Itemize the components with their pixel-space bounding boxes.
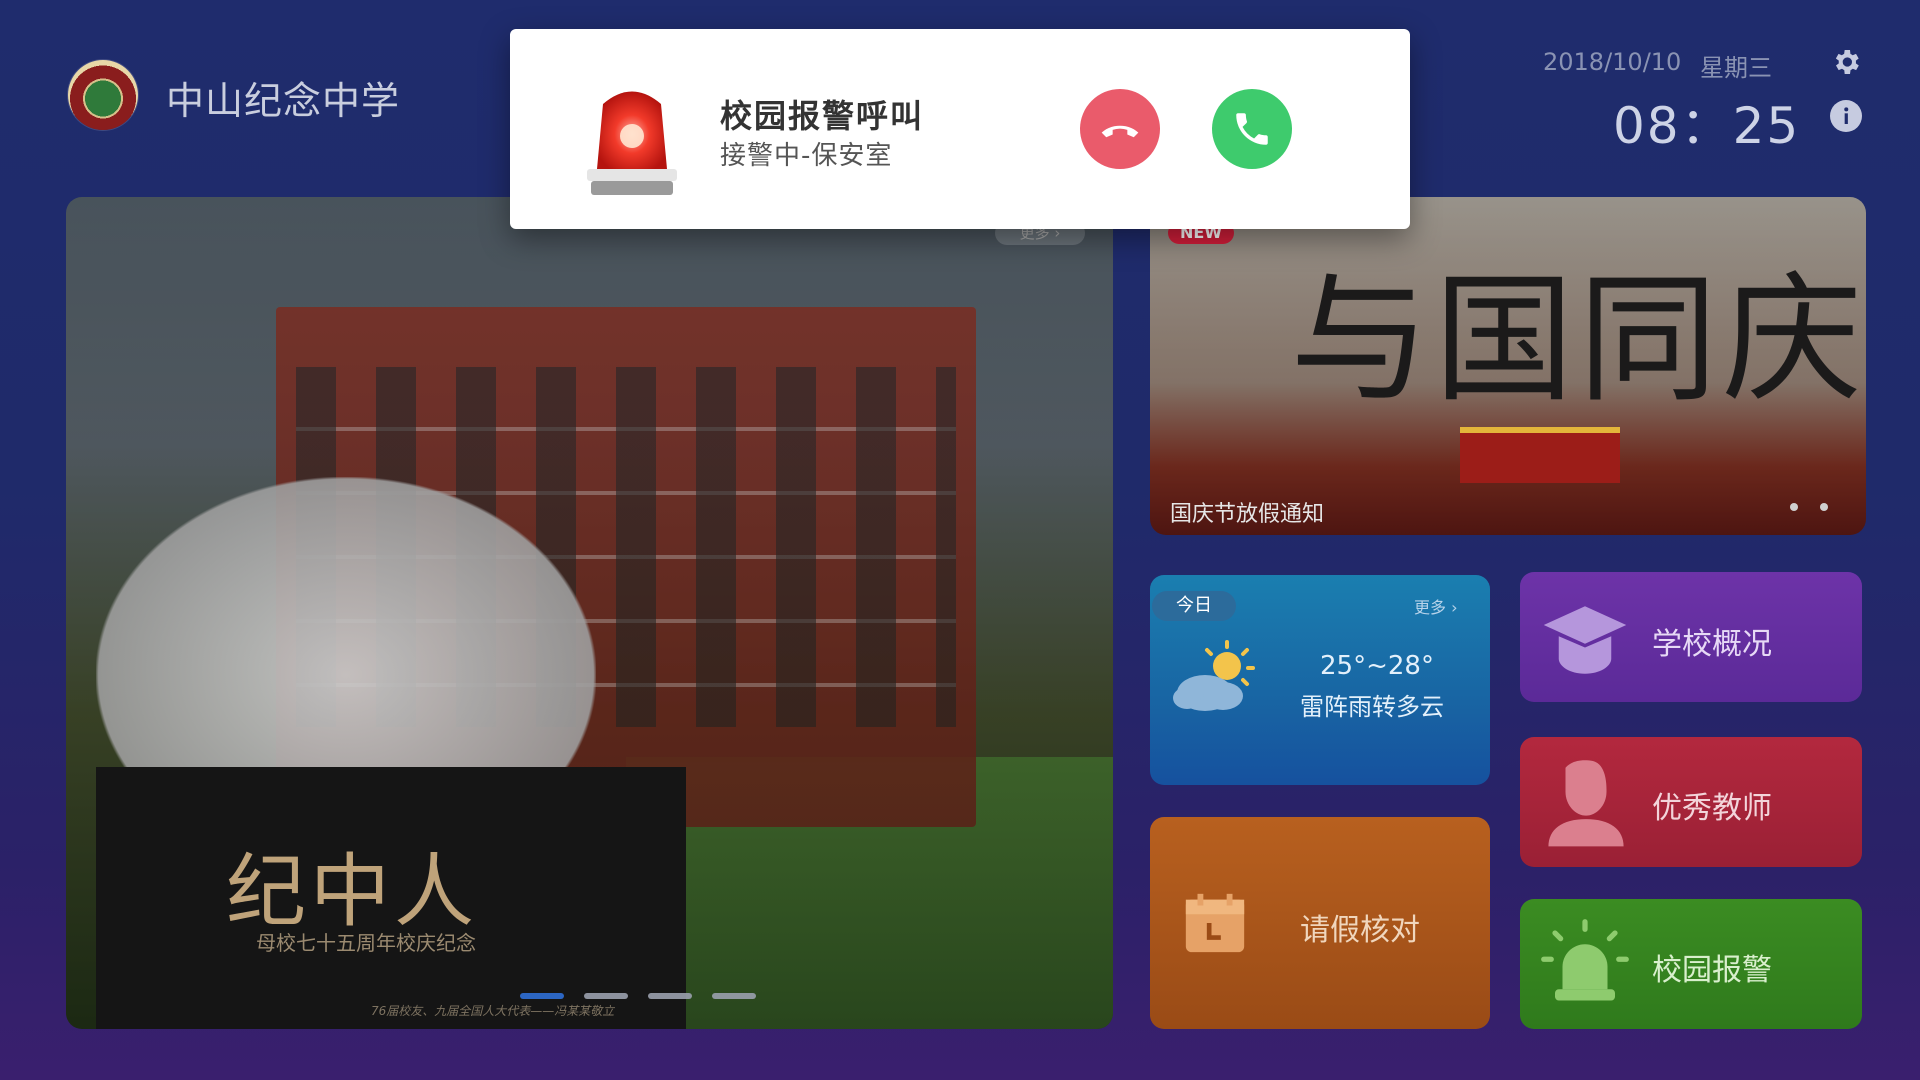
carousel-dot-active[interactable]	[520, 993, 564, 999]
weekday-text: 星期三	[1700, 54, 1772, 82]
pedestal-title: 纪中人	[226, 845, 478, 938]
pedestal-subtitle: 母校七十五周年校庆纪念	[256, 931, 476, 955]
tiananmen-image	[1460, 427, 1620, 483]
accept-call-button[interactable]	[1212, 89, 1292, 169]
leave-check-label: 请假核对	[1300, 913, 1420, 948]
carousel-indicators	[520, 993, 756, 999]
hero-photo[interactable]: 纪中人 母校七十五周年校庆纪念 76届校友、九届全国人大代表——冯某某敬立	[66, 197, 1113, 1029]
decline-call-button[interactable]	[1080, 89, 1160, 169]
weather-more-label: 更多	[1414, 598, 1447, 617]
weather-description: 雷阵雨转多云	[1300, 693, 1444, 721]
dialog-title: 校园报警呼叫	[720, 97, 925, 135]
carousel-dot[interactable]	[648, 993, 692, 999]
banner-caption: 国庆节放假通知	[1170, 502, 1325, 527]
carousel-dot[interactable]	[712, 993, 756, 999]
clock-time: 08：25	[1613, 97, 1801, 155]
school-logo	[68, 60, 138, 130]
siren-icon	[1541, 919, 1629, 1001]
partly-cloudy-sun-icon	[1173, 640, 1255, 711]
carousel-dot[interactable]	[584, 993, 628, 999]
today-badge: 今日	[1152, 591, 1236, 621]
alarm-call-dialog: 校园报警呼叫 接警中-保安室	[510, 29, 1410, 229]
statue-image	[96, 477, 596, 807]
school-name: 中山纪念中学	[166, 79, 401, 123]
calendar-icon	[1185, 893, 1245, 953]
info-icon	[1844, 107, 1849, 124]
weather-temperature: 25°~28°	[1320, 651, 1434, 681]
banner-dot[interactable]	[1790, 503, 1798, 511]
campus-alarm-label: 校园报警	[1652, 953, 1772, 988]
date-text: 2018/10/10	[1543, 48, 1682, 76]
user-icon	[1548, 760, 1624, 847]
school-overview-label: 学校概况	[1652, 627, 1772, 662]
graduation-cap-icon	[1543, 606, 1627, 674]
pedestal-footer: 76届校友、九届全国人大代表——冯某某敬立	[371, 1004, 615, 1018]
info-button[interactable]	[1830, 100, 1862, 132]
news-banner[interactable]: 与国同庆	[1150, 197, 1866, 535]
dialog-subtitle: 接警中-保安室	[720, 141, 893, 171]
banner-dot[interactable]	[1820, 503, 1828, 511]
phone-icon	[1236, 113, 1268, 145]
settings-button[interactable]	[1830, 46, 1862, 78]
red-siren-icon	[587, 91, 677, 195]
hang-up-icon	[1101, 125, 1139, 138]
gear-icon	[1835, 50, 1859, 74]
banner-calligraphy: 与国同庆	[1290, 259, 1866, 422]
excellent-teacher-label: 优秀教师	[1652, 791, 1772, 826]
weather-more-link[interactable]: 更多 ›	[1414, 594, 1458, 618]
